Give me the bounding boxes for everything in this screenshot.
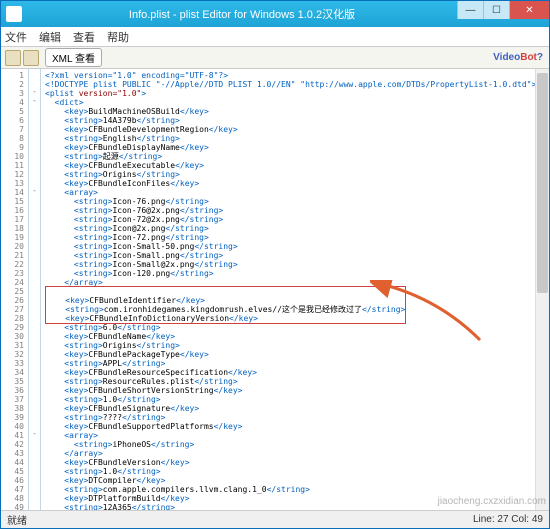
vertical-scrollbar[interactable] [535,69,549,510]
close-button[interactable]: ✕ [509,1,549,19]
app-icon [6,6,22,22]
menu-file[interactable]: 文件 [5,29,27,45]
status-position: Line: 27 Col: 49 [473,514,543,525]
watermark: jiaocheng.cxzxidian.com [438,496,546,507]
statusbar: 就绪 Line: 27 Col: 49 [1,510,549,528]
menubar: 文件 编辑 查看 帮助 [1,27,549,47]
window-controls: — ☐ ✕ [457,1,549,27]
app-window: Info.plist - plist Editor for Windows 1.… [0,0,550,529]
scroll-thumb[interactable] [537,73,548,293]
toolbar: XML 查看 VideoBot? [1,47,549,69]
maximize-button[interactable]: ☐ [483,1,509,19]
xml-view-button[interactable]: XML 查看 [45,48,102,67]
status-ready: 就绪 [7,512,27,527]
titlebar[interactable]: Info.plist - plist Editor for Windows 1.… [1,1,549,27]
code-area[interactable]: <?xml version="1.0" encoding="UTF-8"?><!… [41,69,549,510]
line-gutter: 1234567891011121314151617181920212223242… [1,69,29,510]
editor[interactable]: 1234567891011121314151617181920212223242… [1,69,549,510]
open-icon[interactable] [5,50,21,66]
window-title: Info.plist - plist Editor for Windows 1.… [27,6,457,22]
menu-edit[interactable]: 编辑 [39,29,61,45]
menu-view[interactable]: 查看 [73,29,95,45]
fold-gutter[interactable]: ---- [29,69,41,510]
minimize-button[interactable]: — [457,1,483,19]
save-icon[interactable] [23,50,39,66]
brand-logo: VideoBot? [493,52,543,63]
menu-help[interactable]: 帮助 [107,29,129,45]
